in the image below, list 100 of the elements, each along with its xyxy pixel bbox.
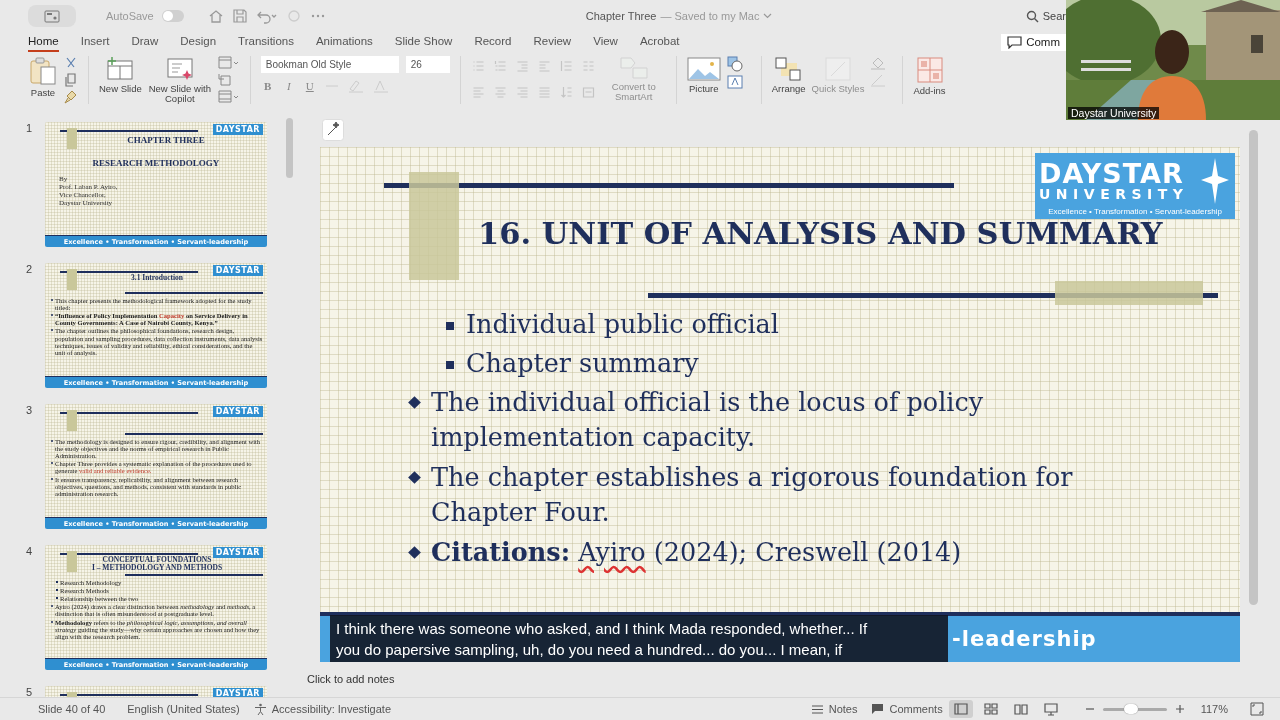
reading-view-icon: [1012, 702, 1029, 716]
picture-button[interactable]: Picture: [686, 56, 721, 95]
ribbon-tab[interactable]: View: [593, 32, 629, 52]
save-icon[interactable]: [231, 8, 248, 24]
slide-number: 5: [26, 686, 34, 697]
logo: DAYSTAR: [212, 124, 263, 135]
line-spacing-icon[interactable]: [558, 59, 574, 73]
logo: DAYSTAR: [212, 547, 263, 558]
save-status: — Saved to my Mac: [660, 10, 760, 22]
search-field[interactable]: Sear: [1025, 9, 1066, 23]
bullet-icon: [408, 546, 421, 559]
layout-icon[interactable]: [217, 56, 240, 70]
scrollbar[interactable]: [1249, 130, 1258, 605]
decor-block: [67, 551, 77, 572]
normal-view-icon: [952, 702, 969, 716]
slide-title: 16. UNIT OF ANALYSIS AND SUMMARY: [478, 215, 1163, 251]
font-name-field[interactable]: Bookman Old Style: [260, 56, 399, 73]
copy-icon[interactable]: [64, 73, 78, 87]
comments-button[interactable]: Comments: [871, 703, 943, 715]
ribbon-tab[interactable]: Draw: [131, 32, 170, 52]
ribbon-tab[interactable]: Insert: [80, 32, 121, 52]
search-icon: [1025, 9, 1039, 23]
caret-icon[interactable]: [763, 13, 773, 19]
font-color-icon[interactable]: [371, 79, 390, 93]
language-status[interactable]: English (United States): [127, 703, 240, 715]
bullet-text: The individual official is the locus of policy implementation capacity.: [431, 386, 985, 454]
bullet-icon: [408, 396, 421, 409]
logo: DAYSTAR: [212, 265, 263, 276]
accessibility-icon: [253, 702, 267, 716]
notes-button[interactable]: Notes: [810, 703, 858, 715]
view-button[interactable]: [948, 700, 973, 718]
image-icon: [686, 56, 721, 82]
new-slide-button[interactable]: New Slide: [99, 56, 142, 95]
font-size-field[interactable]: 26: [405, 56, 450, 73]
zoom-percent[interactable]: 117%: [1200, 703, 1228, 715]
ribbon-tab[interactable]: Slide Show: [394, 32, 464, 52]
ribbon-tab[interactable]: Design: [180, 32, 228, 52]
autosave-toggle[interactable]: [161, 10, 184, 22]
slide-thumbnail[interactable]: [45, 263, 267, 388]
arrange-icon: [773, 56, 804, 82]
magic-wand-icon[interactable]: [322, 119, 344, 141]
numbered-list-icon[interactable]: [492, 59, 508, 73]
logo: DAYSTAR: [212, 406, 263, 417]
slide-number: 4: [26, 545, 34, 559]
decor-block: [67, 269, 77, 290]
sorter-view-icon: [982, 702, 999, 716]
zoom-slider[interactable]: [1102, 707, 1167, 711]
section-icon[interactable]: [217, 90, 240, 104]
participant-name: Daystar University: [1068, 107, 1160, 119]
document-title: Chapter Three: [585, 10, 657, 22]
bullet-text: The chapter establishes a rigorous foundation for Chapter Four.: [431, 461, 1074, 529]
comment-icon: [871, 703, 885, 715]
ribbon-tab[interactable]: Animations: [315, 32, 384, 52]
clipboard-icon: [28, 56, 58, 86]
slider-thumb[interactable]: [1124, 703, 1139, 714]
autosave-label: AutoSave: [106, 10, 154, 22]
scrollbar[interactable]: [286, 118, 293, 178]
text-direction-icon[interactable]: [558, 85, 574, 99]
slide-thumbnail[interactable]: [45, 404, 267, 529]
reset-icon[interactable]: [217, 73, 232, 87]
arrange-button[interactable]: Arrange: [771, 56, 806, 95]
home-icon[interactable]: [207, 8, 224, 24]
logo-name: DAYSTAR: [1039, 160, 1185, 188]
accessibility-button[interactable]: Accessibility: Investigate: [253, 702, 391, 716]
slide-number: 1: [26, 122, 34, 136]
bullet-icon: [446, 361, 454, 369]
ribbon-tab[interactable]: Transitions: [238, 32, 305, 52]
format-painter-icon[interactable]: [64, 90, 78, 104]
ribbon-tab[interactable]: Home: [28, 32, 59, 52]
new-slide-with-copilot-button[interactable]: New Slide with Copilot: [147, 56, 212, 105]
bullet-text: Citations: Ayiro (2024); Creswell (2014): [431, 536, 962, 569]
zoom-in-icon[interactable]: [1174, 704, 1185, 714]
notes-field[interactable]: Click to add notes: [307, 673, 1280, 685]
motto-text: -leadership: [952, 627, 1097, 651]
notes-icon: [810, 703, 824, 715]
add-ins-button[interactable]: Add-ins: [913, 56, 946, 97]
bullet-icon: [446, 322, 454, 330]
align-text-icon[interactable]: [580, 85, 596, 99]
slide-number: 3: [26, 404, 34, 418]
logo-subtitle: UNIVERSITY: [1039, 187, 1190, 202]
fit-slide-icon[interactable]: [1250, 702, 1264, 716]
ribbon-tab[interactable]: Acrobat: [639, 32, 691, 52]
decor-block: [67, 128, 77, 149]
comments-button[interactable]: Comm: [1001, 33, 1066, 51]
grid-icon: [915, 56, 944, 84]
sidebar-toggle-button[interactable]: [28, 5, 76, 27]
ribbon-tab[interactable]: Review: [533, 32, 583, 52]
cut-icon[interactable]: [64, 56, 78, 70]
ribbon-tab[interactable]: Record: [474, 32, 523, 52]
bullet-icon: [408, 471, 421, 484]
show-view-icon: [1042, 702, 1059, 716]
text-box-icon[interactable]: [726, 75, 743, 89]
highlighter-icon[interactable]: [346, 79, 365, 93]
slide-number: 2: [26, 263, 34, 277]
slide-sparkle-icon: [164, 56, 195, 82]
paste-button[interactable]: Paste: [28, 56, 58, 99]
comment-icon: [1007, 35, 1023, 49]
slide-thumbnail[interactable]: [45, 545, 267, 670]
slide-title: CHAPTER THREE: [127, 135, 205, 145]
slide-counter: Slide 40 of 40: [38, 703, 106, 715]
